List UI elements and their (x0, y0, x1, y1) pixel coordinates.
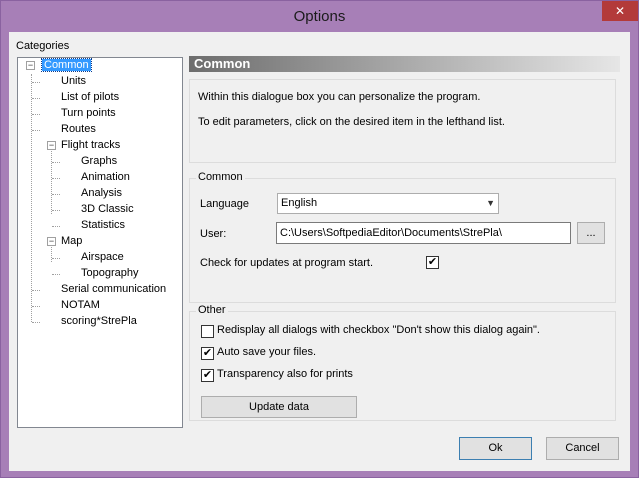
ok-button[interactable]: Ok (459, 437, 532, 460)
update-data-button[interactable]: Update data (201, 396, 357, 418)
tree-item-animation[interactable]: Animation (52, 170, 130, 186)
cancel-button[interactable]: Cancel (546, 437, 619, 460)
tree-item-topography[interactable]: Topography (52, 266, 139, 282)
tree-line (32, 290, 40, 291)
tree-item-3d-classic[interactable]: 3D Classic (52, 202, 134, 218)
updates-checkbox[interactable]: ✔ (426, 256, 439, 269)
close-button[interactable]: ✕ (602, 1, 638, 21)
tree-item-units[interactable]: Units (32, 74, 86, 90)
tree-line (32, 82, 40, 83)
tree-item-airspace[interactable]: Airspace (52, 250, 124, 266)
tree-item-serial-communication[interactable]: Serial communication (32, 282, 166, 298)
tree-item-routes[interactable]: Routes (32, 122, 96, 138)
tree-item-statistics[interactable]: Statistics (52, 218, 125, 234)
tree-line (32, 114, 40, 115)
close-icon: ✕ (614, 4, 626, 18)
tree-item-analysis[interactable]: Analysis (52, 186, 122, 202)
tree-item-common[interactable]: − Common (26, 58, 92, 74)
autosave-label: Auto save your files. (217, 346, 317, 358)
other-group: Other Redisplay all dialogs with checkbo… (189, 304, 616, 421)
tree-line (32, 306, 40, 307)
title-bar[interactable]: Options ✕ (1, 1, 638, 32)
info-line-1: Within this dialogue box you can persona… (198, 91, 481, 103)
language-select[interactable]: English ▼ (277, 193, 499, 214)
browse-button[interactable]: ... (577, 222, 605, 244)
tree-line (32, 98, 40, 99)
other-group-legend: Other (196, 304, 228, 316)
categories-label: Categories (16, 40, 70, 52)
tree-item-notam[interactable]: NOTAM (32, 298, 100, 314)
user-path-input[interactable]: C:\Users\SoftpediaEditor\Documents\StreP… (276, 222, 571, 244)
tree-line (52, 274, 60, 275)
common-group-legend: Common (196, 171, 245, 183)
category-tree[interactable]: − Common Units List of pilots Turn point… (17, 57, 183, 428)
tree-line (52, 226, 60, 227)
redisplay-label: Redisplay all dialogs with checkbox "Don… (217, 324, 540, 336)
info-line-2: To edit parameters, click on the desired… (198, 116, 505, 128)
tree-line (52, 194, 60, 195)
chevron-down-icon: ▼ (486, 198, 495, 208)
tree-item-turn-points[interactable]: Turn points (32, 106, 116, 122)
language-label: Language (200, 198, 249, 210)
autosave-checkbox[interactable]: ✔ (201, 347, 214, 360)
tree-line (52, 178, 60, 179)
collapse-icon[interactable]: − (26, 61, 35, 70)
common-group: Common Language English ▼ User: C:\Users… (189, 171, 616, 303)
tree-line (32, 322, 40, 323)
panel-header: Common (189, 56, 620, 72)
tree-line (32, 130, 40, 131)
window-title: Options (293, 8, 346, 25)
tree-item-list-of-pilots[interactable]: List of pilots (32, 90, 119, 106)
user-label: User: (200, 228, 227, 240)
dialog-client: Categories − Common Units List of pilots… (9, 32, 630, 471)
tree-item-graphs[interactable]: Graphs (52, 154, 117, 170)
tree-line (52, 210, 60, 211)
tree-item-flight-tracks[interactable]: − Flight tracks (47, 138, 120, 154)
transparency-label: Transparency also for prints (217, 368, 353, 380)
options-window: Options ✕ Categories − Common Units List… (0, 0, 639, 478)
tree-item-scoring-strepla[interactable]: scoring*StrePla (32, 314, 137, 330)
tree-line (52, 162, 60, 163)
tree-line (31, 74, 32, 322)
updates-label: Check for updates at program start. (200, 257, 374, 269)
info-box: Within this dialogue box you can persona… (189, 79, 616, 163)
collapse-icon[interactable]: − (47, 237, 56, 246)
transparency-checkbox[interactable]: ✔ (201, 369, 214, 382)
tree-item-map[interactable]: − Map (47, 234, 82, 250)
tree-line (52, 258, 60, 259)
redisplay-checkbox[interactable] (201, 325, 214, 338)
collapse-icon[interactable]: − (47, 141, 56, 150)
